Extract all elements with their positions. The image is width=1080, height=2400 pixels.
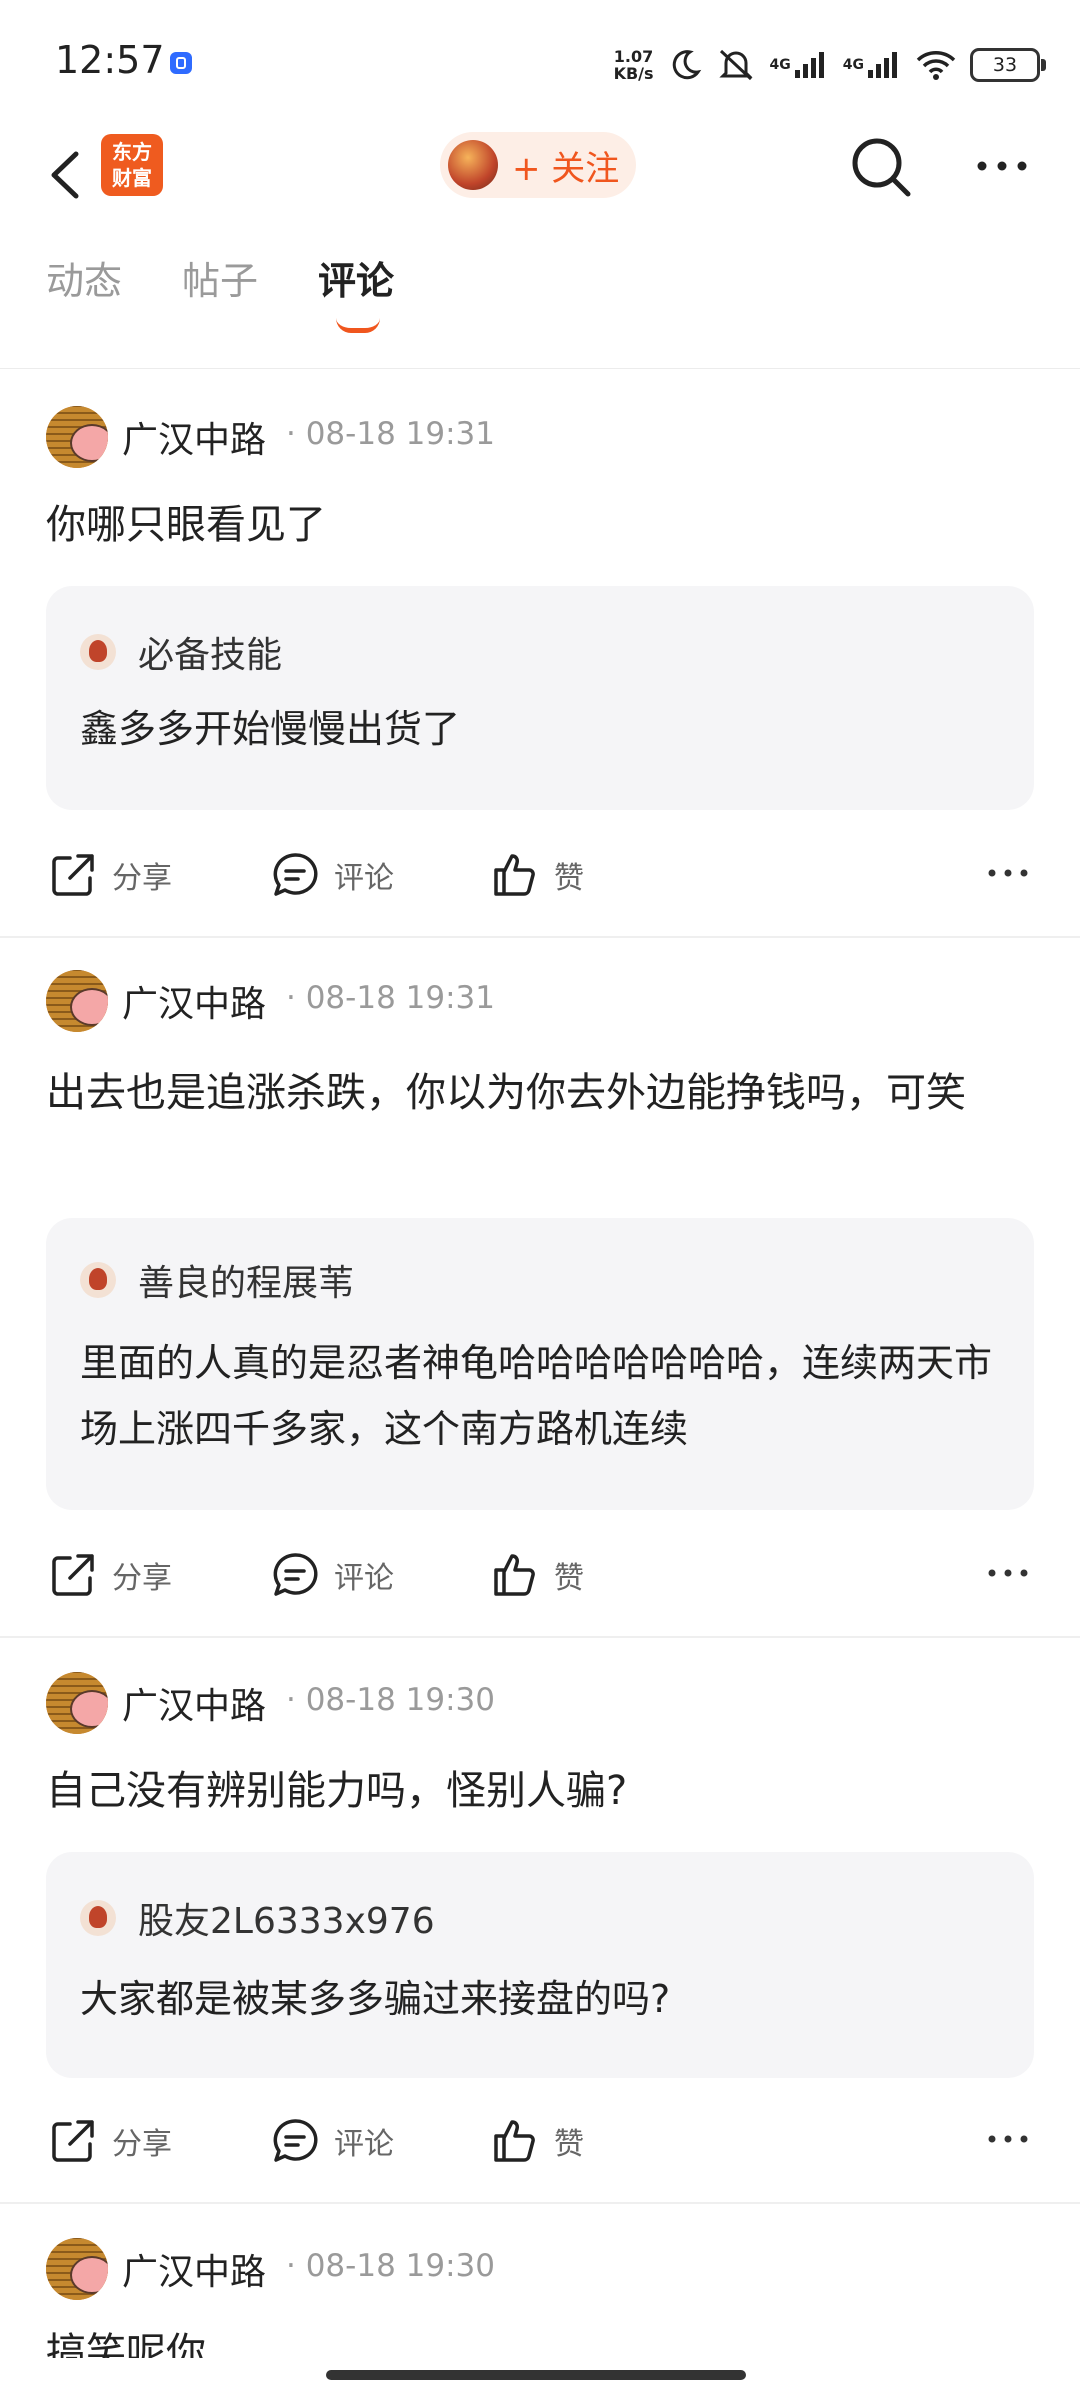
search-button[interactable] bbox=[846, 132, 916, 202]
more-options-button[interactable] bbox=[978, 2124, 1038, 2154]
wifi-icon bbox=[916, 49, 956, 81]
avatar[interactable] bbox=[46, 406, 108, 468]
quoted-avatar-icon bbox=[80, 634, 116, 670]
share-button[interactable]: 分享 bbox=[48, 1540, 172, 1610]
status-icons: 1.07 KB/s 4G 4G 33 bbox=[613, 40, 1046, 90]
home-indicator[interactable] bbox=[326, 2370, 746, 2380]
user-avatar bbox=[448, 140, 498, 190]
follow-button[interactable]: + 关注 bbox=[440, 132, 636, 198]
thumbs-up-icon bbox=[494, 1554, 535, 1596]
more-dots-icon bbox=[977, 161, 1027, 171]
avatar[interactable] bbox=[46, 970, 108, 1032]
thumbs-up-icon bbox=[494, 2120, 535, 2162]
post-time: · 08-18 19:30 bbox=[286, 1682, 495, 1718]
more-options-button[interactable] bbox=[978, 1558, 1038, 1588]
quoted-author: 善良的程展苇 bbox=[138, 1263, 355, 1304]
status-bar: 12:57 1.07 KB/s 4G 4G 33 bbox=[0, 0, 1080, 130]
comment-button[interactable]: 评论 bbox=[270, 1540, 394, 1610]
post-divider bbox=[0, 1636, 1080, 1638]
quoted-text: 鑫多多开始慢慢出货了 bbox=[80, 707, 461, 751]
quoted-author: 必备技能 bbox=[138, 635, 283, 676]
follow-label: + 关注 bbox=[512, 148, 620, 189]
brand-logo: 东方 财富 bbox=[101, 134, 163, 196]
action-bar: 分享 评论 赞 bbox=[0, 1540, 1080, 1610]
quoted-post[interactable]: 必备技能 鑫多多开始慢慢出货了 bbox=[46, 586, 1034, 810]
post-time: · 08-18 19:31 bbox=[286, 980, 495, 1016]
moon-icon bbox=[668, 48, 702, 82]
profile-tabs: 动态 帖子 评论 bbox=[0, 250, 1080, 340]
thumbs-up-icon bbox=[494, 854, 535, 896]
tab-dynamics[interactable]: 动态 bbox=[46, 250, 122, 305]
action-bar: 分享 评论 赞 bbox=[0, 840, 1080, 910]
comment-text-clip: 搞笑呢你 bbox=[0, 2318, 1080, 2358]
share-icon bbox=[52, 2120, 94, 2162]
quoted-text: 大家都是被某多多骗过来接盘的吗? bbox=[80, 1977, 671, 2021]
search-icon bbox=[852, 138, 911, 197]
quoted-text: 里面的人真的是忍者神龟哈哈哈哈哈哈哈，连续两天市场上涨四千多家，这个南方路机连续 bbox=[80, 1341, 993, 1451]
signal-icon-2: 4G bbox=[843, 50, 902, 80]
tab-comments[interactable]: 评论 bbox=[318, 250, 394, 305]
like-button[interactable]: 赞 bbox=[490, 840, 584, 910]
post-time: · 08-18 19:30 bbox=[286, 2248, 495, 2284]
comment-icon bbox=[273, 2119, 318, 2162]
more-dots-icon bbox=[988, 1569, 1028, 1577]
mute-bell-icon bbox=[716, 47, 756, 83]
more-options-button[interactable] bbox=[978, 858, 1038, 888]
tab-posts[interactable]: 帖子 bbox=[182, 250, 258, 305]
post-divider bbox=[0, 936, 1080, 938]
quoted-author: 股友2L6333x976 bbox=[138, 1901, 435, 1942]
like-button[interactable]: 赞 bbox=[490, 2106, 584, 2176]
more-dots-icon bbox=[988, 2135, 1028, 2143]
avatar[interactable] bbox=[46, 1672, 108, 1734]
more-button[interactable] bbox=[972, 146, 1032, 186]
network-speed: 1.07 KB/s bbox=[613, 47, 654, 83]
comment-text[interactable]: 自己没有辨别能力吗，怪别人骗? bbox=[46, 1760, 1036, 1822]
share-icon bbox=[52, 1554, 94, 1596]
like-button[interactable]: 赞 bbox=[490, 1540, 584, 1610]
quoted-avatar-icon bbox=[80, 1900, 116, 1936]
quoted-avatar-icon bbox=[80, 1262, 116, 1298]
clock: 12:57 bbox=[55, 38, 165, 82]
tabs-divider bbox=[0, 368, 1080, 369]
author-name[interactable]: 广汉中路 bbox=[122, 1677, 266, 1729]
action-bar: 分享 评论 赞 bbox=[0, 2106, 1080, 2176]
quoted-post[interactable]: 善良的程展苇 里面的人真的是忍者神龟哈哈哈哈哈哈哈，连续两天市场上涨四千多家，这… bbox=[46, 1218, 1034, 1510]
battery-indicator: 33 bbox=[970, 48, 1046, 82]
comment-text[interactable]: 搞笑呢你 bbox=[46, 2322, 1036, 2358]
author-name[interactable]: 广汉中路 bbox=[122, 975, 266, 1027]
share-button[interactable]: 分享 bbox=[48, 2106, 172, 2176]
comment-button[interactable]: 评论 bbox=[270, 840, 394, 910]
comment-icon bbox=[273, 1553, 318, 1596]
author-name[interactable]: 广汉中路 bbox=[122, 2243, 266, 2295]
signal-icon: 4G bbox=[770, 50, 829, 80]
back-button[interactable] bbox=[40, 140, 100, 210]
comment-button[interactable]: 评论 bbox=[270, 2106, 394, 2176]
post-divider bbox=[0, 2202, 1080, 2204]
chevron-left-icon bbox=[51, 151, 79, 199]
share-icon bbox=[52, 854, 94, 896]
notification-app-icon bbox=[170, 52, 192, 74]
share-button[interactable]: 分享 bbox=[48, 840, 172, 910]
post-time: · 08-18 19:31 bbox=[286, 416, 495, 452]
comment-text[interactable]: 你哪只眼看见了 bbox=[46, 494, 1036, 556]
comment-icon bbox=[273, 853, 318, 896]
comment-text[interactable]: 出去也是追涨杀跌，你以为你去外边能挣钱吗，可笑 bbox=[46, 1062, 1036, 1124]
avatar[interactable] bbox=[46, 2238, 108, 2300]
more-dots-icon bbox=[988, 869, 1028, 877]
author-name[interactable]: 广汉中路 bbox=[122, 411, 266, 463]
quoted-post[interactable]: 股友2L6333x976 大家都是被某多多骗过来接盘的吗? bbox=[46, 1852, 1034, 2078]
